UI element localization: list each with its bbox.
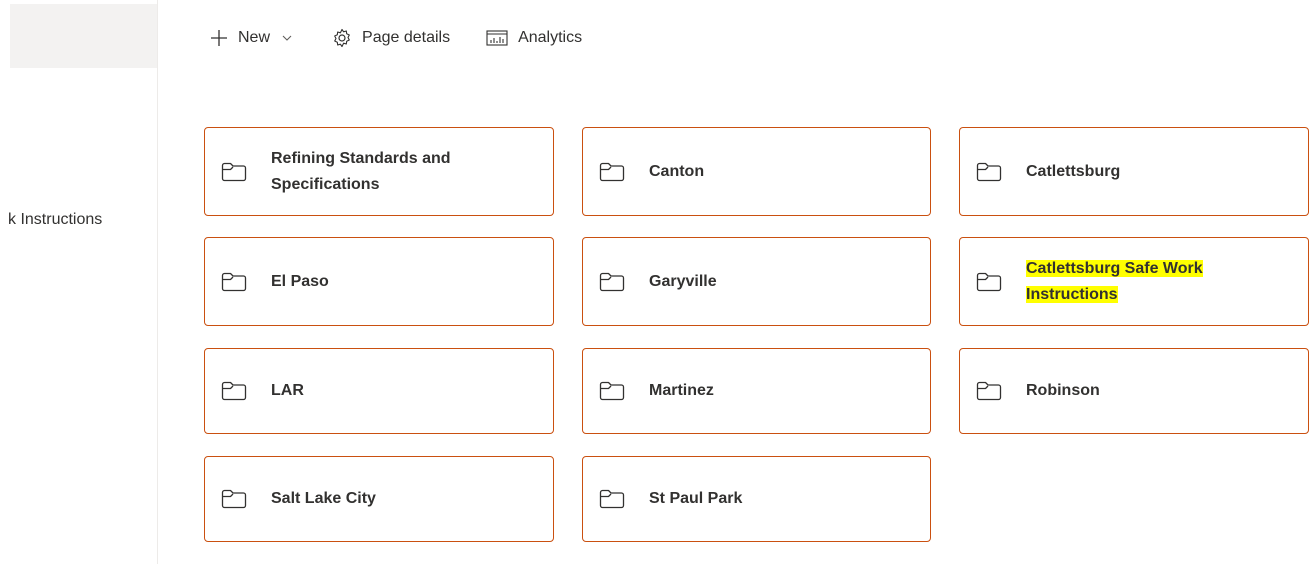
nav-header-area	[10, 4, 157, 68]
folder-icon	[976, 272, 1002, 292]
folder-label: Salt Lake City	[271, 490, 376, 507]
folder-label: Catlettsburg	[1026, 162, 1121, 180]
analytics-icon	[486, 29, 508, 47]
new-button[interactable]: New	[210, 29, 292, 47]
analytics-button[interactable]: Analytics	[486, 29, 582, 47]
folder-label: LAR	[271, 382, 304, 399]
folder-icon	[221, 381, 247, 401]
folder-icon	[599, 489, 625, 509]
folder-label: Robinson	[1026, 382, 1100, 399]
new-button-label: New	[238, 29, 271, 46]
page-details-label: Page details	[362, 29, 451, 46]
folder-label: Canton	[649, 162, 705, 180]
plus-icon	[210, 29, 228, 47]
folder-tile[interactable]: Garyville	[582, 237, 931, 326]
folder-label: St Paul Park	[649, 490, 743, 507]
folder-icon	[976, 162, 1002, 182]
folder-icon	[221, 162, 247, 182]
folder-tile[interactable]: Salt Lake City	[204, 456, 554, 542]
folder-tile[interactable]: Refining Standards and Specifications	[204, 127, 554, 216]
folder-tile[interactable]: El Paso	[204, 237, 554, 326]
folder-icon	[976, 381, 1002, 401]
folder-tile[interactable]: St Paul Park	[582, 456, 931, 542]
gear-icon	[332, 28, 352, 48]
chevron-down-icon[interactable]	[282, 34, 292, 42]
folder-label: Garyville	[649, 272, 717, 290]
command-bar: New Page details Analytics	[210, 22, 582, 54]
folder-tile[interactable]: Catlettsburg Safe Work Instructions	[959, 237, 1309, 326]
folder-tile[interactable]: Catlettsburg	[959, 127, 1309, 216]
folder-tile[interactable]: Canton	[582, 127, 931, 216]
folder-label: Martinez	[649, 382, 714, 399]
page-details-button[interactable]: Page details	[332, 28, 450, 48]
folder-icon	[221, 489, 247, 509]
highlighted-folder-label: Catlettsburg Safe Work Instructions	[1026, 259, 1203, 303]
folder-icon	[221, 272, 247, 292]
analytics-label: Analytics	[518, 29, 583, 46]
folder-label: El Paso	[271, 272, 329, 290]
folder-icon	[599, 272, 625, 292]
folder-tile[interactable]: LAR	[204, 348, 554, 434]
folder-icon	[599, 381, 625, 401]
left-navigation: k Instructions	[0, 0, 158, 564]
folder-icon	[599, 162, 625, 182]
folder-label: Refining Standards and Specifications	[271, 149, 451, 193]
folder-label: Catlettsburg Safe Work Instructions	[1026, 256, 1296, 308]
nav-item-instructions[interactable]: k Instructions	[8, 211, 102, 229]
folder-tile[interactable]: Martinez	[582, 348, 931, 434]
folder-tile[interactable]: Robinson	[959, 348, 1309, 434]
